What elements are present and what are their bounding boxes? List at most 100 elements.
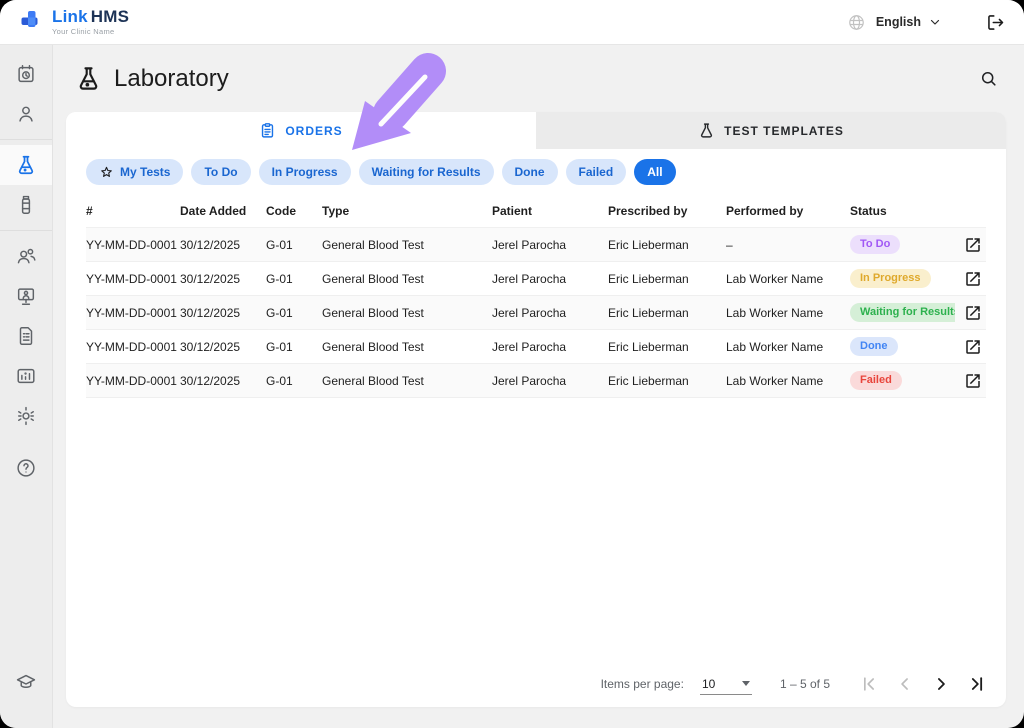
table-row: YY-MM-DD-0001 30/12/2025 G-01 General Bl… xyxy=(86,364,986,398)
open-in-new-icon xyxy=(964,304,982,322)
items-per-page-value: 10 xyxy=(702,677,715,691)
sidebar-item-settings[interactable] xyxy=(0,396,52,436)
calendar-clock-icon xyxy=(15,63,37,85)
filter-chip-label: To Do xyxy=(204,165,237,179)
filter-chip-my-tests[interactable]: My Tests xyxy=(86,159,183,185)
lab-flask-icon xyxy=(15,154,37,176)
person-icon xyxy=(15,103,37,125)
cell-code: G-01 xyxy=(266,364,322,398)
clipboard-list-icon xyxy=(259,122,276,139)
cell-type: General Blood Test xyxy=(322,228,492,262)
next-page-button[interactable] xyxy=(928,671,954,697)
open-in-new-icon xyxy=(964,372,982,390)
search-button[interactable] xyxy=(979,69,998,88)
sidebar-item-schedule[interactable] xyxy=(0,54,52,94)
cell-prescribed-by: Eric Lieberman xyxy=(608,228,726,262)
sidebar-item-staff[interactable] xyxy=(0,236,52,276)
tab-orders[interactable]: ORDERS xyxy=(66,112,536,149)
filter-chip-in-progress[interactable]: In Progress xyxy=(259,159,351,185)
pagination-bar: Items per page: 10 1 – 5 of 5 xyxy=(66,661,1006,707)
filter-chip-label: Done xyxy=(515,165,545,179)
filter-chip-done[interactable]: Done xyxy=(502,159,558,185)
open-order-button[interactable] xyxy=(955,236,982,254)
sidebar-item-laboratory[interactable] xyxy=(0,145,52,185)
first-page-button[interactable] xyxy=(856,671,882,697)
previous-page-button[interactable] xyxy=(892,671,918,697)
topbar: LinkHMS Your Clinic Name English xyxy=(0,0,1024,45)
status-badge: Waiting for Results xyxy=(850,303,955,322)
open-in-new-icon xyxy=(964,236,982,254)
dropdown-caret-icon xyxy=(742,681,750,686)
sidebar-item-pharmacy[interactable] xyxy=(0,185,52,225)
col-header-patient: Patient xyxy=(492,194,608,228)
cell-performed-by: Lab Worker Name xyxy=(726,364,850,398)
cell-patient: Jerel Parocha xyxy=(492,296,608,330)
table-header-row: # Date Added Code Type Patient Prescribe… xyxy=(86,194,986,228)
logout-icon xyxy=(985,12,1006,33)
cell-patient: Jerel Parocha xyxy=(492,330,608,364)
cell-date-added: 30/12/2025 xyxy=(180,262,266,296)
star-icon xyxy=(99,165,114,180)
col-header-date-added: Date Added xyxy=(180,194,266,228)
cell-prescribed-by: Eric Lieberman xyxy=(608,330,726,364)
cell-patient: Jerel Parocha xyxy=(492,228,608,262)
invoice-document-icon xyxy=(15,325,37,347)
cell-type: General Blood Test xyxy=(322,364,492,398)
col-header-actions xyxy=(955,194,986,228)
cell-date-added: 30/12/2025 xyxy=(180,296,266,330)
language-selector[interactable]: English xyxy=(876,15,941,29)
tab-test-templates[interactable]: TEST TEMPLATES xyxy=(536,112,1006,149)
orders-table-wrap: # Date Added Code Type Patient Prescribe… xyxy=(66,192,1006,398)
page-title: Laboratory xyxy=(114,65,229,93)
cell-date-added: 30/12/2025 xyxy=(180,330,266,364)
filter-chip-failed[interactable]: Failed xyxy=(566,159,627,185)
items-per-page-label: Items per page: xyxy=(601,677,684,691)
sidebar-divider xyxy=(0,230,52,231)
tab-test-templates-label: TEST TEMPLATES xyxy=(724,124,844,138)
chevron-left-icon xyxy=(895,674,915,694)
logout-button[interactable] xyxy=(985,12,1006,33)
table-row: YY-MM-DD-0001 30/12/2025 G-01 General Bl… xyxy=(86,228,986,262)
filter-chip-waiting-for-results[interactable]: Waiting for Results xyxy=(359,159,494,185)
status-badge: To Do xyxy=(850,235,900,254)
laboratory-card: ORDERS TEST TEMPLATES xyxy=(66,112,1006,707)
cell-performed-by: Lab Worker Name xyxy=(726,330,850,364)
sidebar-item-billing[interactable] xyxy=(0,316,52,356)
open-order-button[interactable] xyxy=(955,270,982,288)
cell-prescribed-by: Eric Lieberman xyxy=(608,262,726,296)
pagination-range: 1 – 5 of 5 xyxy=(780,677,830,691)
sidebar-item-education[interactable] xyxy=(0,662,52,702)
cell-order-id: YY-MM-DD-0001 xyxy=(86,262,180,296)
items-per-page-select[interactable]: 10 xyxy=(700,674,752,695)
brand-logo[interactable]: LinkHMS Your Clinic Name xyxy=(18,8,129,36)
cell-order-id: YY-MM-DD-0001 xyxy=(86,296,180,330)
medicine-bottle-icon xyxy=(15,194,37,216)
cell-patient: Jerel Parocha xyxy=(492,262,608,296)
help-circle-icon xyxy=(15,457,37,479)
filter-chip-all[interactable]: All xyxy=(634,159,675,185)
cell-type: General Blood Test xyxy=(322,262,492,296)
status-badge: In Progress xyxy=(850,269,931,288)
open-order-button[interactable] xyxy=(955,372,982,390)
open-order-button[interactable] xyxy=(955,338,982,356)
col-header-type: Type xyxy=(322,194,492,228)
sidebar-item-help[interactable] xyxy=(0,448,52,488)
filter-chip-label: In Progress xyxy=(272,165,338,179)
table-row: YY-MM-DD-0001 30/12/2025 G-01 General Bl… xyxy=(86,296,986,330)
sidebar-item-analytics[interactable] xyxy=(0,356,52,396)
medical-cross-logo-icon xyxy=(18,9,44,35)
sidebar-item-patients[interactable] xyxy=(0,94,52,134)
gear-icon xyxy=(15,405,37,427)
chevron-down-icon xyxy=(929,16,941,28)
cell-date-added: 30/12/2025 xyxy=(180,228,266,262)
sidebar-item-workstation[interactable] xyxy=(0,276,52,316)
last-page-button[interactable] xyxy=(964,671,990,697)
col-header-performed-by: Performed by xyxy=(726,194,850,228)
cell-patient: Jerel Parocha xyxy=(492,364,608,398)
status-filter-chips: My Tests To Do In Progress Waiting for R… xyxy=(66,149,1006,192)
chevron-right-icon xyxy=(931,674,951,694)
graduation-cap-icon xyxy=(15,671,37,693)
filter-chip-to-do[interactable]: To Do xyxy=(191,159,250,185)
filter-chip-label: Waiting for Results xyxy=(372,165,481,179)
open-order-button[interactable] xyxy=(955,304,982,322)
